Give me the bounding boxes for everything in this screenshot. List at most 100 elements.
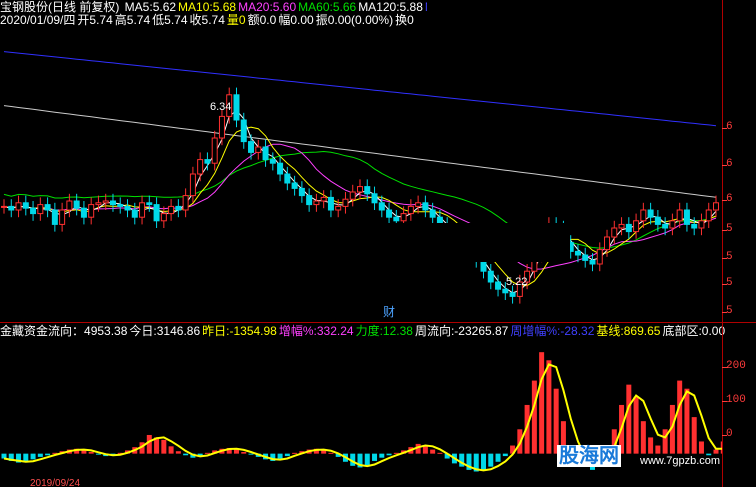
- price-tick-label: 6: [726, 193, 733, 205]
- candle-body: [175, 205, 182, 211]
- candle-body: [654, 216, 661, 225]
- candle-body: [189, 173, 196, 197]
- candle-body: [596, 249, 603, 265]
- candle-body: [8, 205, 15, 211]
- candle-body: [625, 223, 632, 233]
- tooltip-mask: [187, 223, 570, 262]
- candle-body: [197, 159, 204, 175]
- candle-body: [386, 209, 393, 218]
- candle-body: [415, 202, 422, 207]
- flow-bar: [372, 453, 378, 461]
- candle-body: [109, 200, 116, 206]
- price-tick-mark: [722, 200, 727, 201]
- candle-body: [1, 205, 7, 208]
- candle-body: [284, 173, 291, 184]
- candle-body: [342, 198, 349, 207]
- candle-body: [633, 220, 640, 233]
- candle-body: [51, 209, 58, 225]
- candle-body: [37, 204, 44, 215]
- finance-marker-icon[interactable]: 财: [383, 303, 395, 320]
- flow-tick-label: 200: [726, 360, 746, 372]
- candle-body: [59, 209, 66, 225]
- candle-body: [698, 220, 705, 229]
- watermark-logo: 股海网: [557, 445, 621, 467]
- candle-body: [218, 115, 225, 139]
- candle-body: [139, 202, 146, 218]
- flow-bar: [321, 450, 327, 454]
- candle-body: [15, 202, 22, 211]
- candle-body: [277, 162, 284, 175]
- price-tick-label: 6: [726, 121, 733, 133]
- candle-body: [487, 270, 494, 283]
- candle-body: [262, 146, 269, 161]
- candle-body: [240, 119, 247, 143]
- price-tick-mark: [722, 312, 727, 313]
- candle-body: [669, 220, 676, 229]
- price-tick-label: 5: [726, 305, 733, 317]
- flow-bar: [183, 453, 189, 456]
- candle-body: [211, 137, 218, 164]
- candle-body: [357, 186, 363, 193]
- candle-body: [30, 207, 37, 215]
- candle-body: [44, 204, 51, 211]
- candle-body: [204, 159, 211, 164]
- price-tick-mark: [722, 284, 727, 285]
- flow-bar: [277, 453, 283, 459]
- flow-bar: [720, 441, 722, 454]
- flow-bar: [379, 453, 385, 458]
- flow-bar: [495, 453, 501, 462]
- price-tick-mark: [722, 165, 727, 166]
- candle-body: [117, 204, 124, 207]
- candle-body: [146, 202, 153, 206]
- flow-bar: [546, 360, 552, 454]
- flow-bar: [37, 453, 43, 457]
- candle-body: [73, 200, 80, 209]
- price-tick-label: 5: [726, 251, 733, 263]
- candle-body: [349, 191, 356, 200]
- candle-body: [422, 202, 429, 211]
- candle-body: [168, 205, 175, 215]
- candle-body: [80, 207, 87, 218]
- candle-body: [582, 254, 589, 261]
- flow-bar: [698, 441, 704, 454]
- candle-body: [574, 250, 581, 256]
- flow-tick-mark: [722, 401, 727, 402]
- flow-bar: [175, 451, 181, 454]
- candle-body: [713, 202, 719, 211]
- candle-body: [364, 186, 371, 195]
- bottom-date-label: 2019/09/24: [30, 478, 81, 487]
- flow-bar: [430, 449, 436, 454]
- candle-body: [393, 216, 400, 222]
- price-axis: [722, 0, 756, 487]
- candle-body: [371, 193, 378, 204]
- candle-body: [233, 94, 240, 121]
- candle-body: [647, 209, 654, 218]
- candle-body: [153, 204, 160, 222]
- candle-body: [248, 141, 255, 153]
- candle-body: [124, 205, 131, 211]
- flow-bar: [204, 452, 210, 454]
- flow-bar: [655, 445, 661, 454]
- candle-body: [407, 205, 414, 215]
- price-tick-label: 5: [726, 223, 733, 235]
- candle-body: [662, 223, 669, 229]
- candle-body: [640, 209, 647, 222]
- flow-bar: [662, 429, 668, 454]
- candle-body: [429, 209, 436, 218]
- flow-tick-label: 0: [726, 428, 733, 440]
- candle-body: [160, 213, 167, 222]
- flow-bar: [30, 453, 36, 460]
- candle-body: [480, 259, 487, 272]
- price-tick-label: 5: [726, 277, 733, 289]
- candle-body: [320, 196, 327, 202]
- flow-bar: [677, 380, 683, 454]
- candle-body: [95, 202, 102, 206]
- flow-bar: [502, 453, 508, 457]
- ma250-line: [3, 51, 717, 127]
- flow-bar: [633, 396, 639, 454]
- price-tick-mark: [722, 128, 727, 129]
- flow-bar: [284, 453, 290, 457]
- flow-bar: [713, 449, 719, 454]
- candle-body: [131, 209, 138, 218]
- candle-body: [182, 195, 189, 211]
